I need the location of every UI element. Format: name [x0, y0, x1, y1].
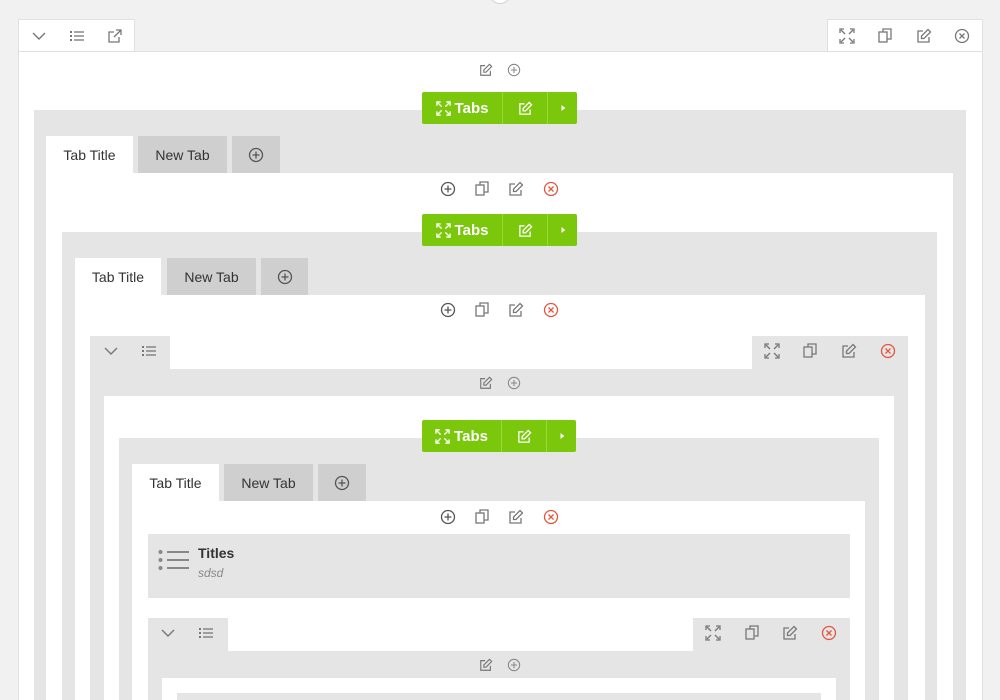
fullscreen-icon[interactable] — [762, 341, 782, 361]
tab-new[interactable]: New Tab — [138, 136, 227, 173]
add-circle-icon[interactable] — [504, 655, 524, 675]
chevron-down-icon[interactable] — [29, 26, 49, 46]
tabs-label: Tabs — [454, 427, 488, 445]
fullscreen-icon — [436, 223, 451, 238]
tabs-label: Tabs — [454, 221, 489, 239]
add-circle-icon[interactable] — [504, 60, 524, 80]
edit-icon — [518, 101, 533, 116]
fullscreen-icon — [436, 101, 451, 116]
inner-section-toolbar-gap — [228, 618, 693, 651]
tabs-edit-button[interactable] — [502, 214, 547, 246]
edit-icon[interactable] — [506, 300, 526, 320]
copy-icon[interactable] — [472, 300, 492, 320]
close-circle-icon[interactable] — [541, 507, 561, 527]
fullscreen-icon[interactable] — [703, 623, 723, 643]
copy-icon[interactable] — [472, 507, 492, 527]
close-circle-icon[interactable] — [541, 300, 561, 320]
inner-section-toolbar-gap — [170, 336, 752, 369]
tabs-move-button[interactable]: Tabs — [422, 214, 502, 246]
close-circle-icon[interactable] — [878, 341, 898, 361]
edit-icon[interactable] — [914, 26, 934, 46]
add-circle-icon — [248, 147, 264, 163]
fullscreen-icon — [435, 429, 450, 444]
edit-icon[interactable] — [839, 341, 859, 361]
tab-title[interactable]: Tab Title — [75, 258, 161, 295]
add-circle-icon[interactable] — [504, 373, 524, 393]
tabs-move-button[interactable]: Tabs — [422, 420, 501, 452]
tab-new[interactable]: New Tab — [167, 258, 256, 295]
chevron-down-icon[interactable] — [101, 341, 121, 361]
tab-title[interactable]: Tab Title — [46, 136, 133, 173]
edit-icon — [517, 429, 532, 444]
edit-icon[interactable] — [506, 507, 526, 527]
edit-icon[interactable] — [780, 623, 800, 643]
list-icon[interactable] — [196, 623, 216, 643]
caret-right-icon — [557, 102, 569, 114]
tabs-widget-handle: Tabs — [422, 92, 577, 124]
add-circle-icon[interactable] — [438, 179, 458, 199]
section-toolbar-left — [18, 19, 135, 52]
nested-element — [177, 693, 821, 700]
titles-element-subtitle: sdsd — [198, 566, 224, 580]
caret-right-icon — [557, 224, 569, 236]
copy-icon[interactable] — [800, 341, 820, 361]
edit-icon[interactable] — [506, 179, 526, 199]
tabs-widget-handle: Tabs — [422, 420, 576, 452]
tab-add-button[interactable] — [318, 464, 366, 501]
list-icon — [158, 548, 190, 579]
export-icon[interactable] — [105, 26, 125, 46]
list-icon[interactable] — [139, 341, 159, 361]
tab-title[interactable]: Tab Title — [132, 464, 219, 501]
close-circle-icon[interactable] — [819, 623, 839, 643]
tabs-edit-button[interactable] — [501, 420, 546, 452]
edit-icon[interactable] — [476, 655, 496, 675]
copy-icon[interactable] — [472, 179, 492, 199]
caret-right-icon — [556, 430, 568, 442]
tabs-more-button[interactable] — [546, 420, 576, 452]
fullscreen-icon[interactable] — [837, 26, 857, 46]
edit-icon[interactable] — [476, 373, 496, 393]
chevron-down-icon[interactable] — [158, 623, 178, 643]
tab-new[interactable]: New Tab — [224, 464, 313, 501]
add-circle-icon — [334, 475, 350, 491]
drag-handle[interactable] — [489, 0, 511, 4]
tabs-more-button[interactable] — [547, 92, 577, 124]
close-circle-icon[interactable] — [541, 179, 561, 199]
copy-icon[interactable] — [742, 623, 762, 643]
tabs-label: Tabs — [454, 99, 489, 117]
add-circle-icon — [277, 269, 293, 285]
titles-element-title: Titles — [198, 545, 235, 561]
edit-icon — [518, 223, 533, 238]
list-icon[interactable] — [67, 26, 87, 46]
edit-icon[interactable] — [476, 60, 496, 80]
section-toolbar-right — [827, 19, 983, 52]
tabs-move-button[interactable]: Tabs — [422, 92, 502, 124]
copy-icon[interactable] — [875, 26, 895, 46]
tabs-more-button[interactable] — [547, 214, 577, 246]
tabs-widget-handle: Tabs — [422, 214, 577, 246]
add-circle-icon[interactable] — [438, 507, 458, 527]
tab-add-button[interactable] — [261, 258, 308, 295]
close-circle-icon[interactable] — [952, 26, 972, 46]
add-circle-icon[interactable] — [438, 300, 458, 320]
titles-element[interactable]: Titles sdsd — [148, 534, 850, 598]
tabs-edit-button[interactable] — [502, 92, 547, 124]
tab-add-button[interactable] — [232, 136, 280, 173]
